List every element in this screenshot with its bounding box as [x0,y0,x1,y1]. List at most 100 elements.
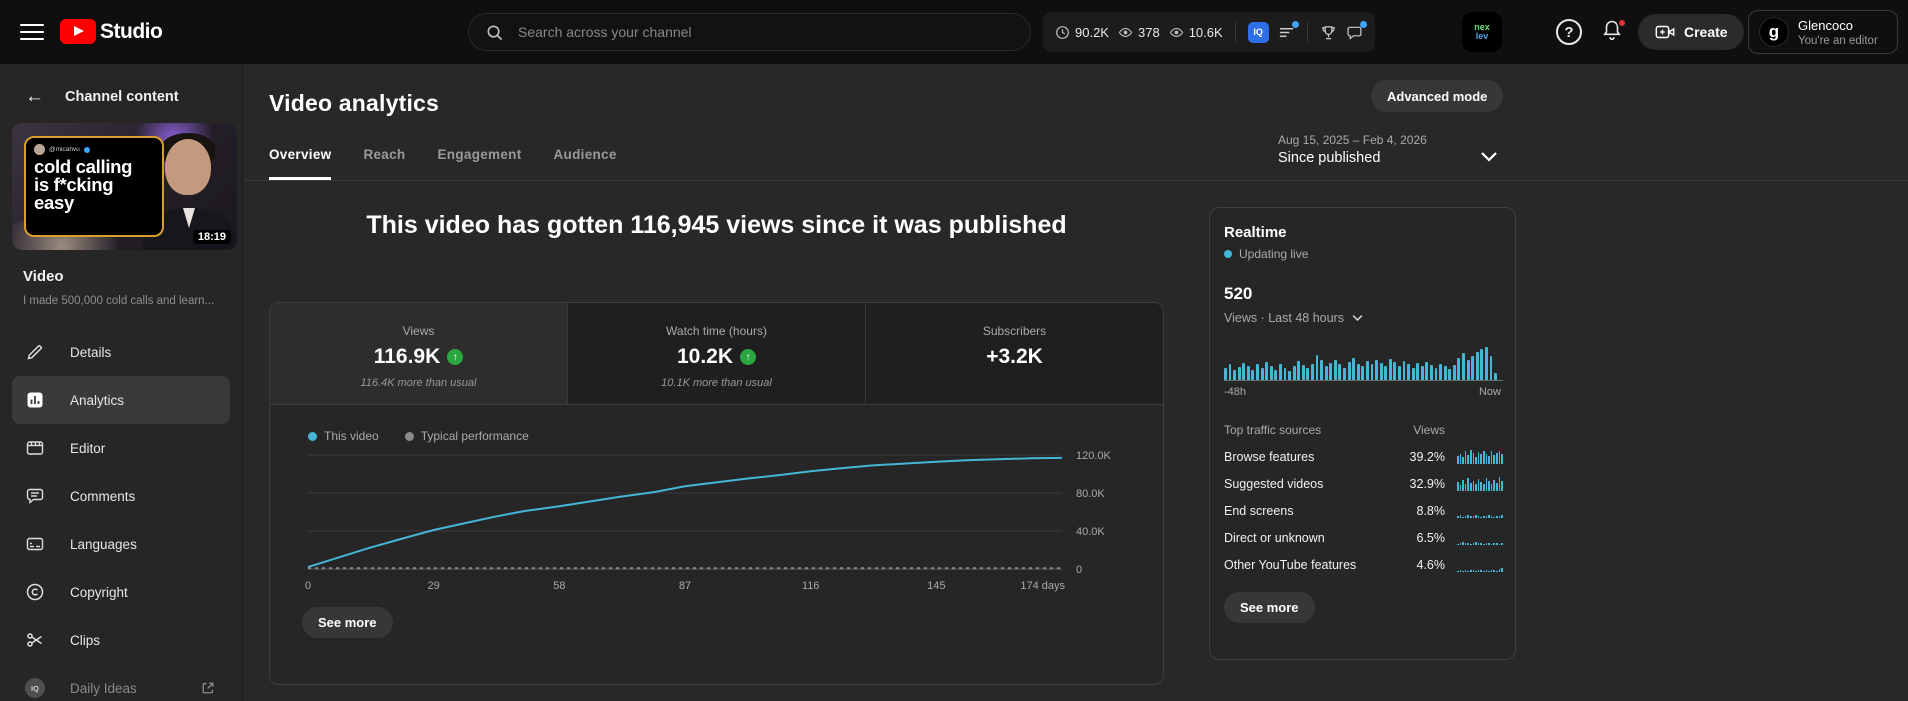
sidebar-item-label: Languages [70,536,137,552]
sidebar-item-languages[interactable]: Languages [12,520,230,568]
tab-reach[interactable]: Reach [363,132,405,180]
metric-value: 116.9K [373,345,441,368]
search-icon [487,25,503,40]
sidebar-item-label: Editor [70,440,106,456]
axis-left-label: -48h [1224,386,1247,398]
legend-dot [308,431,317,441]
help-icon[interactable]: ? [1556,19,1582,45]
traffic-table-header: Top traffic sources Views [1224,422,1445,437]
comment-bubble-icon [26,488,44,505]
youtube-studio-logo[interactable]: Studio [60,19,163,44]
legend-this-video: This video [308,429,379,443]
thumbnail-title-line: is f*cking [34,173,114,195]
traffic-sparkline [1457,530,1503,545]
traffic-sparkline [1457,503,1503,518]
sidebar-item-label: Copyright [70,584,128,600]
metric-card-subscribers[interactable]: Subscribers +3.2K [866,303,1163,404]
vidiq-icon[interactable]: IQ [1247,21,1269,43]
traffic-sparkline [1457,476,1503,491]
sidebar-item-label: Daily Ideas [70,680,137,696]
notifications-bell-icon[interactable] [1600,18,1628,46]
external-link-icon [202,682,214,694]
traffic-pct: 4.6% [1416,557,1446,572]
tab-overview[interactable]: Overview [269,132,332,180]
chevron-down-icon [1352,315,1363,322]
trophy-icon[interactable] [1320,24,1337,41]
divider [1234,21,1236,43]
svg-text:120.0K: 120.0K [1076,450,1112,462]
viewers-stat: 378 [1118,25,1160,40]
avatar: g [1759,17,1789,47]
metric-card-views[interactable]: Views 116.9K ↑ 116.4K more than usual [270,303,568,404]
studio-wordmark: Studio [100,19,163,43]
viewers-value: 378 [1137,24,1160,40]
svg-text:29: 29 [428,580,440,592]
see-more-button[interactable]: See more [302,607,393,638]
realtime-see-more-button[interactable]: See more [1224,592,1315,623]
nexlev-extension-icon[interactable]: nex lev [1462,12,1502,52]
clock-icon [1056,25,1069,39]
pencil-icon [27,344,43,360]
date-range-selector[interactable]: Aug 15, 2025 – Feb 4, 2026 Since publish… [1278,133,1427,166]
svg-text:58: 58 [553,580,565,592]
top-bar: Studio 90.2K 378 10.6K IQ [0,0,1908,64]
traffic-source: End screens [1224,503,1294,518]
svg-text:116: 116 [802,580,820,592]
scissors-icon [27,633,42,647]
account-name: Glencoco [1798,17,1853,33]
sidebar-item-label: Comments [70,488,136,504]
chart-legend: This video Typical performance [308,429,1163,443]
playlist-lines-icon[interactable] [1278,20,1299,41]
traffic-pct: 8.8% [1416,503,1446,518]
svg-text:80.0K: 80.0K [1076,488,1105,500]
account-box[interactable]: g Glencoco You're an editor [1748,10,1898,54]
legend-dot [404,431,414,441]
sidebar-nav: Details Analytics Editor Comments Langua… [0,328,242,701]
create-button[interactable]: Create [1638,14,1744,50]
metric-value: 10.2K [676,345,734,368]
views-stat: 10.6K [1169,25,1223,40]
create-label: Create [1684,24,1728,40]
traffic-row: Browse features 39.2% [1224,449,1503,464]
views-value: 10.6K [1188,24,1223,40]
back-arrow-icon[interactable]: ← [25,86,44,108]
svg-text:87: 87 [679,580,691,592]
chevron-down-icon[interactable] [1477,144,1501,168]
sidebar-item-daily-ideas[interactable]: IQ Daily Ideas [12,664,230,701]
live-dot-icon [1224,250,1232,258]
youtube-play-icon [60,19,96,44]
sidebar-item-clips[interactable]: Clips [12,616,230,664]
back-to-channel-content[interactable]: ← Channel content [25,86,179,108]
views-headline: This video has gotten 116,945 views sinc… [366,211,1067,239]
traffic-source: Direct or unknown [1224,530,1325,545]
sidebar-item-label: Clips [70,632,101,648]
sidebar-item-analytics[interactable]: Analytics [12,376,230,424]
sidebar-item-comments[interactable]: Comments [12,472,230,520]
tab-engagement[interactable]: Engagement [437,132,521,180]
search-input[interactable] [518,24,1014,40]
metric-card-watch-time[interactable]: Watch time (hours) 10.2K ↑ 10.1K more th… [568,303,866,404]
traffic-pct: 32.9% [1409,476,1445,491]
sidebar-item-editor[interactable]: Editor [12,424,230,472]
realtime-count-caption[interactable]: Views · Last 48 hours [1224,310,1501,325]
realtime-title: Realtime [1224,224,1287,241]
hamburger-menu-icon[interactable] [20,21,44,43]
advanced-mode-button[interactable]: Advanced mode [1371,80,1504,112]
analytics-card: Views 116.9K ↑ 116.4K more than usual Wa… [269,302,1164,685]
vidiq-circle-icon: IQ [25,678,45,698]
sidebar-item-details[interactable]: Details [12,328,230,376]
svg-text:145: 145 [927,580,945,592]
page-title: Video analytics [269,90,440,116]
thumbnail-tweet-card: @micahvu cold calling is f*cking easy [24,136,164,237]
legend-typical-performance: Typical performance [404,429,529,443]
traffic-row: Suggested videos 32.9% [1224,476,1503,491]
traffic-row: Direct or unknown 6.5% [1224,530,1503,545]
sidebar: ← Channel content @micahvu cold calling … [0,64,243,701]
axis-right-label: Now [1478,386,1501,398]
sidebar-item-copyright[interactable]: Copyright [12,568,230,616]
video-section-label: Video [23,268,64,285]
chat-icon[interactable] [1346,20,1367,41]
main-content: Video analytics Advanced mode Overview R… [244,64,1908,701]
tab-audience[interactable]: Audience [554,132,617,180]
film-strip-icon [26,441,44,455]
